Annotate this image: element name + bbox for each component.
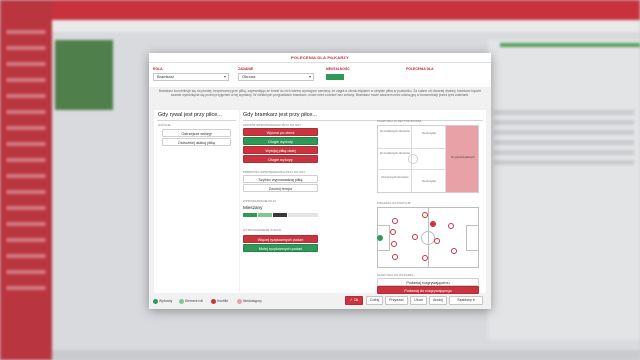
distribution-label: SPOSÓB WPROWADZANIA PIŁKI DO GRY — [243, 123, 302, 127]
player-marker[interactable] — [392, 218, 398, 224]
player-marker[interactable] — [451, 248, 457, 254]
potential-value: - — [406, 74, 408, 79]
cancel-button[interactable]: Anuluj — [429, 296, 447, 305]
player-marker[interactable] — [392, 254, 398, 260]
duty-label: ZADANIE — [238, 67, 254, 71]
distribution-bar-segment — [243, 213, 257, 217]
option-fewer-risky-passes[interactable]: Mniej ryzykownych podań — [243, 244, 318, 252]
player-label: ZAGRYWAJ DO PIŁKARZA — [377, 273, 414, 277]
dialog-title: POLECENIA DLA PIŁKARZY — [149, 53, 491, 63]
player-marker[interactable] — [434, 238, 440, 244]
role-select[interactable]: Bramkarz ▾ — [153, 73, 229, 81]
distribution-bar-segment — [258, 213, 272, 217]
option-kick-further[interactable]: Wybijaj piłkę dalej — [243, 146, 318, 154]
zone-label: ZAGRYWAJ W SEKTOR BOISKA — [377, 119, 422, 123]
left-panel-title: Gdy rywal jest przy piłce... — [158, 112, 222, 118]
duty-value: Obrona — [242, 74, 256, 79]
bottom-bar — [52, 350, 640, 360]
player-marker[interactable] — [390, 229, 396, 235]
legend-conflict: Konflikt — [211, 298, 228, 304]
dialog-footer: Wybrany Element roli Konflikt Niedostępn… — [149, 294, 491, 309]
back-button[interactable]: Cofnij — [366, 296, 383, 305]
zone-half-wingers[interactable]: Do pół-skrzydłowych — [448, 156, 478, 159]
pace-label: PRĘDKOŚĆ WPROWADZANIA PIŁKI DO GRY — [243, 170, 306, 174]
option-long-kicks[interactable]: Długie wykopy — [243, 155, 318, 163]
zone-center-backs[interactable]: Do środkowych obrońców — [380, 130, 410, 133]
option-pass-to-playmaker[interactable]: Podawaj rozgrywającemu — [377, 278, 479, 286]
legend-role-label: Element roli — [185, 299, 203, 303]
legend-role-element: Element roli — [179, 298, 203, 304]
distribution-type-value: Mieszany — [243, 205, 263, 210]
role-value: Bramkarz — [157, 74, 175, 79]
tactics-pitch — [55, 40, 113, 110]
potential-label: POLECENIA DLA — [406, 67, 434, 71]
legend-unavailable-label: Niedostępny — [243, 299, 262, 303]
remove-button[interactable]: Usuń — [410, 296, 427, 305]
zone-flanks-bottom[interactable]: Na skrzydła — [414, 180, 444, 183]
chevron-down-icon: ▾ — [223, 74, 226, 79]
zone-pitch: Do środkowych obrońców Na skrzydła Do śr… — [377, 125, 479, 193]
option-distribute-quickly[interactable]: Szybko wyprowadzaj piłkę — [243, 175, 318, 183]
right-panel-title: Gdy bramkarz jest przy piłce... — [243, 112, 317, 118]
legend-unavailable: Niedostępny — [237, 298, 262, 304]
option-more-risky-passes[interactable]: Więcej ryzykownych podań — [243, 235, 318, 243]
option-roll-it-out[interactable]: Wyrzuć po ziemi — [243, 128, 318, 136]
right-panel — [488, 40, 640, 340]
reset-button[interactable]: Przywróć — [385, 296, 408, 305]
role-description: Bramkarz koncentruje się na prostej, bez… — [158, 89, 482, 98]
option-pass-to-target-playmaker[interactable]: Podawaj do rozgrywającego — [377, 286, 479, 294]
player-marker[interactable] — [422, 212, 428, 218]
zone-full-backs[interactable]: Do bocznych obrońców — [380, 176, 410, 179]
sub-nav — [52, 20, 640, 32]
legend-conflict-label: Konflikt — [217, 299, 229, 303]
sidebar — [0, 0, 52, 360]
duty-select[interactable]: Obrona ▾ — [238, 73, 314, 81]
general-label: OGÓLNE — [158, 123, 171, 127]
goalkeeper-marker — [377, 235, 383, 241]
passing-label: WYPROWADZENIE PODAŃ — [243, 228, 281, 232]
distribution-type-label: WPROWADZANIE PIŁKI — [243, 199, 276, 203]
mentality-indicator — [326, 74, 344, 80]
position-pitch — [377, 207, 479, 268]
legend-selected: Wybrany — [153, 298, 172, 304]
templates-dropdown[interactable]: Szablony ▾ — [449, 296, 483, 305]
distribution-bar-segment — [273, 213, 287, 217]
distribution-bar-segment — [288, 213, 318, 217]
out-of-possession-panel: Gdy rywal jest przy piłce... OGÓLNE Ostr… — [154, 110, 239, 293]
option-ease-off-tackles[interactable]: Ostrożniej atakuj piłkę — [162, 138, 231, 146]
in-possession-panel: Gdy bramkarz jest przy piłce... SPOSÓB W… — [240, 110, 486, 294]
top-bar — [52, 0, 640, 20]
templates-label: Szablony — [457, 298, 472, 302]
player-marker[interactable] — [422, 255, 428, 261]
check-icon: ✓ — [349, 298, 353, 302]
ok-button[interactable]: ✓ Ok — [345, 296, 363, 305]
ok-label: Ok — [353, 298, 359, 302]
position-label: PODAWAJ NA POZYCJĘ — [377, 201, 411, 205]
dialog-header: ROLA Bramkarz ▾ ZADANIE Obrona ▾ MENTALN… — [149, 63, 491, 87]
player-marker[interactable] — [448, 223, 454, 229]
player-marker[interactable] — [412, 234, 418, 240]
player-instructions-dialog: POLECENIA DLA PIŁKARZY ROLA Bramkarz ▾ Z… — [149, 53, 491, 309]
mentality-label: MENTALNOŚĆ — [326, 67, 350, 71]
zone-center-backs-mid[interactable]: Do środkowych obrońców — [380, 152, 410, 155]
option-throw-long[interactable]: Długie wyrzuty — [243, 137, 318, 145]
role-label: ROLA — [153, 67, 163, 71]
player-marker[interactable] — [391, 241, 397, 247]
option-tackle-harder[interactable]: Ostrzejsze wślizgi — [162, 129, 231, 137]
option-slow-pace[interactable]: Zwolnij tempo — [243, 184, 318, 192]
status-bar — [500, 43, 640, 47]
chevron-down-icon: ▾ — [472, 298, 475, 302]
legend-selected-label: Wybrany — [159, 299, 173, 303]
player-marker[interactable] — [430, 221, 436, 227]
zone-flanks-top[interactable]: Na skrzydła — [414, 132, 444, 135]
chevron-down-icon: ▾ — [308, 74, 311, 79]
